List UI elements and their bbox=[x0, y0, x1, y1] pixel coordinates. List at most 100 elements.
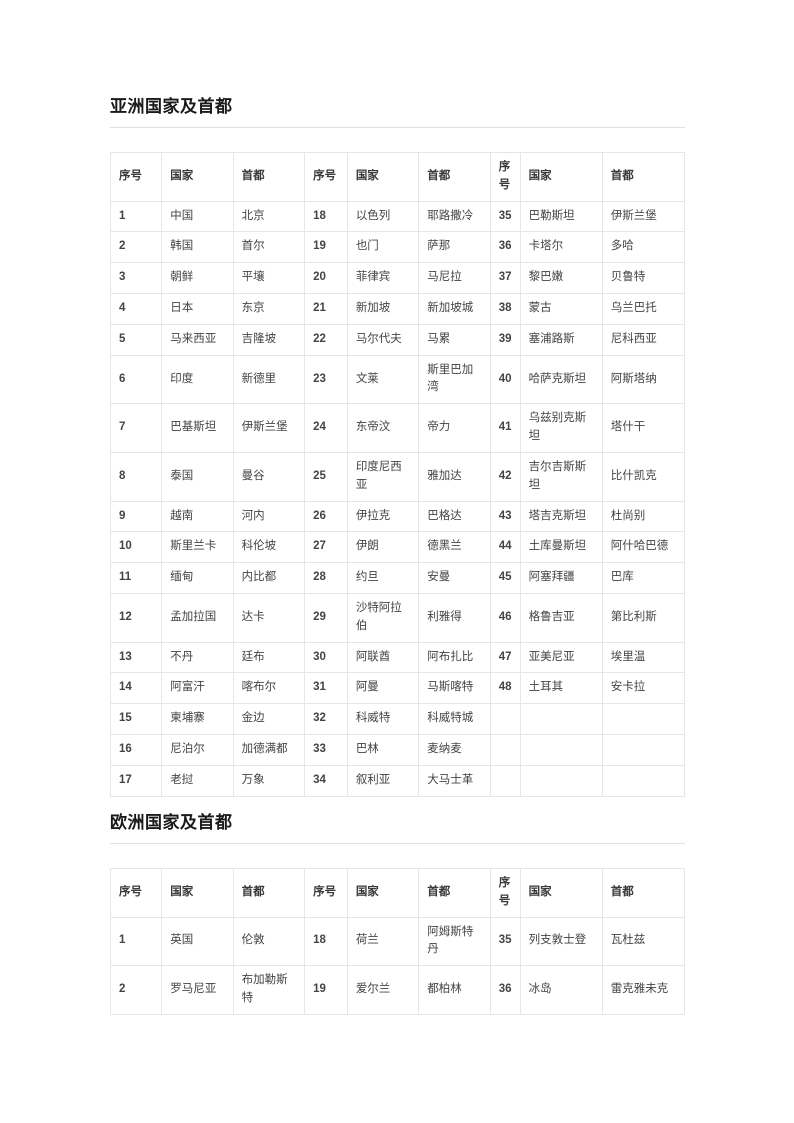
country-link[interactable]: 罗马尼亚 bbox=[170, 983, 216, 995]
country-link[interactable]: 约旦 bbox=[356, 571, 379, 583]
country-link[interactable]: 格鲁吉亚 bbox=[529, 611, 575, 623]
capital-link[interactable]: 巴库 bbox=[611, 571, 634, 583]
country-link[interactable]: 尼泊尔 bbox=[170, 743, 205, 755]
country-link[interactable]: 阿塞拜疆 bbox=[529, 571, 575, 583]
country-link[interactable]: 爱尔兰 bbox=[356, 983, 391, 995]
country-link[interactable]: 亚美尼亚 bbox=[529, 651, 575, 663]
country-link[interactable]: 巴基斯坦 bbox=[170, 421, 216, 433]
country-link[interactable]: 土库曼斯坦 bbox=[529, 540, 587, 552]
capital-link[interactable]: 巴格达 bbox=[427, 510, 462, 522]
country-link[interactable]: 伊朗 bbox=[356, 540, 379, 552]
capital-link[interactable]: 新加坡城 bbox=[427, 302, 473, 314]
capital-link[interactable]: 斯里巴加湾 bbox=[427, 364, 473, 394]
capital-link[interactable]: 布加勒斯特 bbox=[242, 974, 288, 1004]
capital-link[interactable]: 安卡拉 bbox=[611, 681, 646, 693]
capital-link[interactable]: 科威特城 bbox=[427, 712, 473, 724]
capital-link[interactable]: 马尼拉 bbox=[427, 271, 462, 283]
capital-link[interactable]: 尼科西亚 bbox=[611, 333, 657, 345]
capital-link[interactable]: 杜尚别 bbox=[611, 510, 646, 522]
capital-link[interactable]: 德黑兰 bbox=[427, 540, 462, 552]
capital-link[interactable]: 北京 bbox=[242, 210, 265, 222]
capital-link[interactable]: 平壤 bbox=[242, 271, 265, 283]
country-link[interactable]: 塔吉克斯坦 bbox=[529, 510, 587, 522]
country-link[interactable]: 孟加拉国 bbox=[170, 611, 216, 623]
country-link[interactable]: 柬埔寨 bbox=[170, 712, 205, 724]
country-link[interactable]: 越南 bbox=[170, 510, 193, 522]
capital-link[interactable]: 新德里 bbox=[242, 373, 277, 385]
country-link[interactable]: 荷兰 bbox=[356, 934, 379, 946]
country-link[interactable]: 阿富汗 bbox=[170, 681, 205, 693]
country-link[interactable]: 菲律宾 bbox=[356, 271, 391, 283]
country-link[interactable]: 老挝 bbox=[170, 774, 193, 786]
country-link[interactable]: 英国 bbox=[170, 934, 193, 946]
country-link[interactable]: 朝鲜 bbox=[170, 271, 193, 283]
country-link[interactable]: 也门 bbox=[356, 240, 379, 252]
capital-link[interactable]: 塔什干 bbox=[611, 421, 646, 433]
country-link[interactable]: 沙特阿拉伯 bbox=[356, 602, 402, 632]
capital-link[interactable]: 达卡 bbox=[242, 611, 265, 623]
country-link[interactable]: 文莱 bbox=[356, 373, 379, 385]
capital-link[interactable]: 科伦坡 bbox=[242, 540, 277, 552]
capital-link[interactable]: 乌兰巴托 bbox=[611, 302, 657, 314]
capital-link[interactable]: 内比都 bbox=[242, 571, 277, 583]
country-link[interactable]: 叙利亚 bbox=[356, 774, 391, 786]
capital-link[interactable]: 阿布扎比 bbox=[427, 651, 473, 663]
country-link[interactable]: 缅甸 bbox=[170, 571, 193, 583]
capital-link[interactable]: 利雅得 bbox=[427, 611, 462, 623]
country-link[interactable]: 吉尔吉斯斯坦 bbox=[529, 461, 587, 491]
country-link[interactable]: 巴勒斯坦 bbox=[529, 210, 575, 222]
country-link[interactable]: 列支敦士登 bbox=[529, 934, 587, 946]
capital-link[interactable]: 安曼 bbox=[427, 571, 450, 583]
capital-link[interactable]: 瓦杜兹 bbox=[611, 934, 646, 946]
country-link[interactable]: 东帝汶 bbox=[356, 421, 391, 433]
country-link[interactable]: 斯里兰卡 bbox=[170, 540, 216, 552]
capital-link[interactable]: 加德满都 bbox=[242, 743, 288, 755]
country-link[interactable]: 印度 bbox=[170, 373, 193, 385]
country-link[interactable]: 马尔代夫 bbox=[356, 333, 402, 345]
country-link[interactable]: 阿曼 bbox=[356, 681, 379, 693]
capital-link[interactable]: 吉隆坡 bbox=[242, 333, 277, 345]
capital-link[interactable]: 第比利斯 bbox=[611, 611, 657, 623]
country-link[interactable]: 黎巴嫩 bbox=[529, 271, 564, 283]
capital-link[interactable]: 廷布 bbox=[242, 651, 265, 663]
capital-link[interactable]: 阿姆斯特丹 bbox=[427, 926, 473, 956]
capital-link[interactable]: 金边 bbox=[242, 712, 265, 724]
country-link[interactable]: 印度尼西亚 bbox=[356, 461, 402, 491]
capital-link[interactable]: 东京 bbox=[242, 302, 265, 314]
capital-link[interactable]: 多哈 bbox=[611, 240, 634, 252]
capital-link[interactable]: 大马士革 bbox=[427, 774, 473, 786]
country-link[interactable]: 卡塔尔 bbox=[529, 240, 564, 252]
country-link[interactable]: 日本 bbox=[170, 302, 193, 314]
country-link[interactable]: 蒙古 bbox=[529, 302, 552, 314]
capital-link[interactable]: 都柏林 bbox=[427, 983, 462, 995]
capital-link[interactable]: 马累 bbox=[427, 333, 450, 345]
country-link[interactable]: 科威特 bbox=[356, 712, 391, 724]
capital-link[interactable]: 伊斯兰堡 bbox=[242, 421, 288, 433]
capital-link[interactable]: 比什凯克 bbox=[611, 470, 657, 482]
country-link[interactable]: 伊拉克 bbox=[356, 510, 391, 522]
country-link[interactable]: 塞浦路斯 bbox=[529, 333, 575, 345]
country-link[interactable]: 以色列 bbox=[356, 210, 391, 222]
capital-link[interactable]: 喀布尔 bbox=[242, 681, 277, 693]
country-link[interactable]: 巴林 bbox=[356, 743, 379, 755]
country-link[interactable]: 新加坡 bbox=[356, 302, 391, 314]
capital-link[interactable]: 阿斯塔纳 bbox=[611, 373, 657, 385]
capital-link[interactable]: 雷克雅未克 bbox=[611, 983, 669, 995]
country-link[interactable]: 乌兹别克斯坦 bbox=[529, 412, 587, 442]
capital-link[interactable]: 耶路撒冷 bbox=[427, 210, 473, 222]
country-link[interactable]: 不丹 bbox=[170, 651, 193, 663]
capital-link[interactable]: 伦敦 bbox=[242, 934, 265, 946]
country-link[interactable]: 中国 bbox=[170, 210, 193, 222]
country-link[interactable]: 哈萨克斯坦 bbox=[529, 373, 587, 385]
capital-link[interactable]: 河内 bbox=[242, 510, 265, 522]
country-link[interactable]: 马来西亚 bbox=[170, 333, 216, 345]
capital-link[interactable]: 贝鲁特 bbox=[611, 271, 646, 283]
capital-link[interactable]: 阿什哈巴德 bbox=[611, 540, 669, 552]
country-link[interactable]: 韩国 bbox=[170, 240, 193, 252]
capital-link[interactable]: 埃里温 bbox=[611, 651, 646, 663]
capital-link[interactable]: 曼谷 bbox=[242, 470, 265, 482]
capital-link[interactable]: 帝力 bbox=[427, 421, 450, 433]
country-link[interactable]: 阿联酋 bbox=[356, 651, 391, 663]
capital-link[interactable]: 首尔 bbox=[242, 240, 265, 252]
capital-link[interactable]: 萨那 bbox=[427, 240, 450, 252]
